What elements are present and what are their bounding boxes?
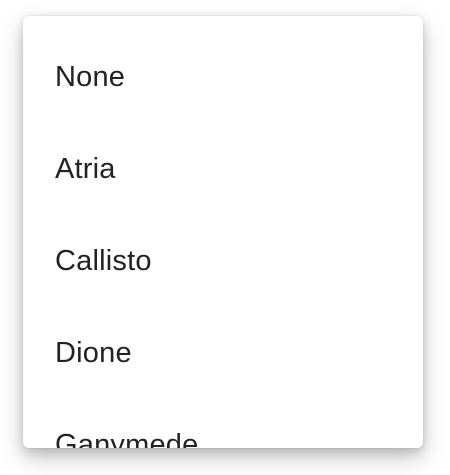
menu-item-label: Atria <box>55 152 116 185</box>
menu-item-ganymede[interactable]: Ganymede <box>23 399 423 449</box>
menu-item-dione[interactable]: Dione <box>23 307 423 399</box>
menu-item-none[interactable]: None <box>23 31 423 123</box>
menu-item-callisto[interactable]: Callisto <box>23 215 423 307</box>
menu-item-label: Callisto <box>55 244 152 277</box>
menu-item-label: Dione <box>55 336 132 369</box>
menu-list: None Atria Callisto Dione Ganymede <box>23 16 423 449</box>
screen: None Atria Callisto Dione Ganymede <box>0 0 450 475</box>
menu-item-label: None <box>55 60 126 93</box>
menu-item-label: Ganymede <box>55 428 199 449</box>
menu-item-atria[interactable]: Atria <box>23 123 423 215</box>
dropdown-menu: None Atria Callisto Dione Ganymede <box>23 16 423 448</box>
